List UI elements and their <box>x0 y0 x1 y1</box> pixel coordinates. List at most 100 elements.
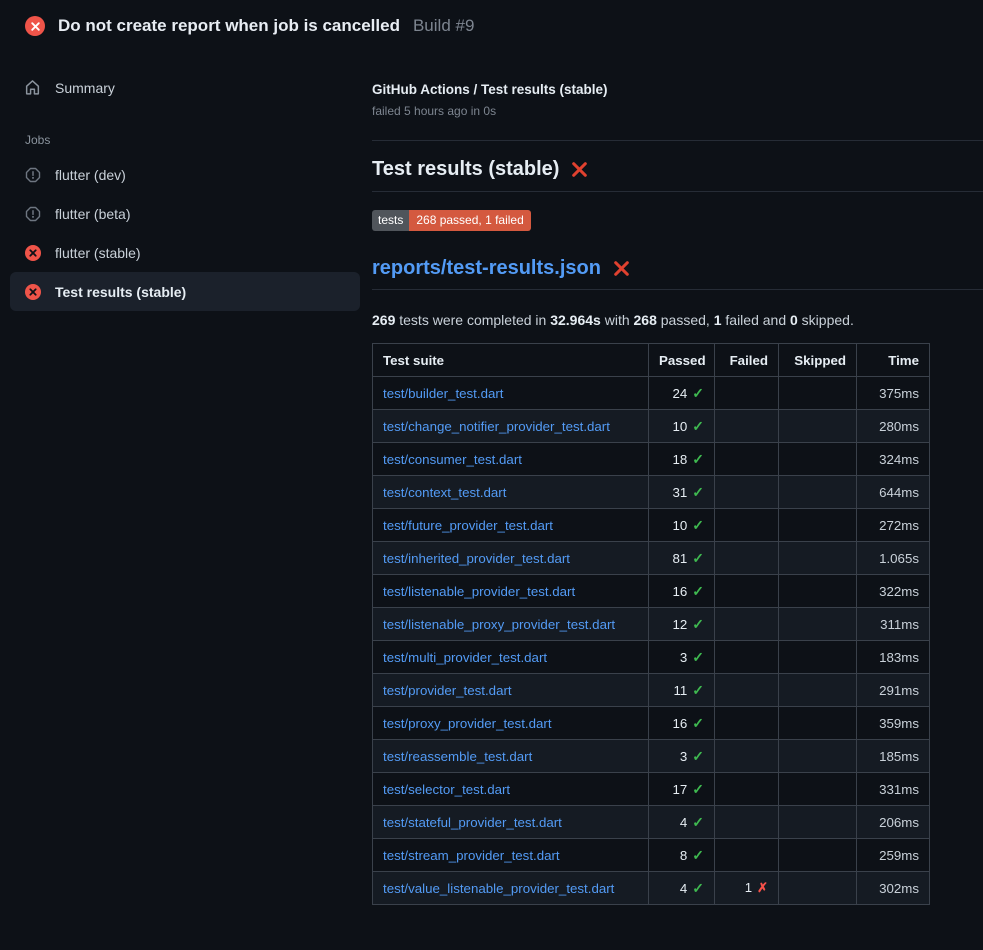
test-suite-cell: test/selector_test.dart <box>373 773 649 806</box>
time-cell: 280ms <box>857 410 930 443</box>
test-suite-link[interactable]: test/provider_test.dart <box>383 683 512 698</box>
passed-count: 12 <box>672 617 687 632</box>
passed-count: 16 <box>672 716 687 731</box>
test-suite-link[interactable]: test/context_test.dart <box>383 485 506 500</box>
test-suite-cell: test/change_notifier_provider_test.dart <box>373 410 649 443</box>
check-icon: ✓ <box>692 649 704 665</box>
results-table: Test suite Passed Failed Skipped Time te… <box>372 343 930 905</box>
test-suite-link[interactable]: test/future_provider_test.dart <box>383 518 553 533</box>
table-row: test/consumer_test.dart 18✓ 324ms <box>373 443 930 476</box>
sidebar-item-label: flutter (stable) <box>55 245 141 261</box>
test-suite-cell: test/future_provider_test.dart <box>373 509 649 542</box>
passed-cell: 11✓ <box>649 674 715 707</box>
x-circle-fill-icon <box>25 16 45 36</box>
passed-cell: 8✓ <box>649 839 715 872</box>
main-content: GitHub Actions / Test results (stable) f… <box>372 48 983 905</box>
sidebar-item-label: flutter (dev) <box>55 167 126 183</box>
skipped-cell <box>779 872 857 905</box>
check-icon: ✓ <box>692 550 704 566</box>
test-suite-link[interactable]: test/change_notifier_provider_test.dart <box>383 419 610 434</box>
table-row: test/multi_provider_test.dart3✓183ms <box>373 641 930 674</box>
test-suite-link[interactable]: test/consumer_test.dart <box>383 452 522 467</box>
test-suite-link[interactable]: test/selector_test.dart <box>383 782 510 797</box>
passed-cell: 18✓ <box>649 443 715 476</box>
report-heading: reports/test-results.json <box>372 257 983 290</box>
time-cell: 324ms <box>857 443 930 476</box>
sidebar-item-flutter-dev[interactable]: flutter (dev) <box>10 155 360 194</box>
table-row: test/value_listenable_provider_test.dart… <box>373 872 930 905</box>
sidebar-item-flutter-stable[interactable]: flutter (stable) <box>10 233 360 272</box>
passed-cell: 3✓ <box>649 740 715 773</box>
failed-cell <box>715 707 779 740</box>
test-suite-link[interactable]: test/listenable_proxy_provider_test.dart <box>383 617 615 632</box>
results-table-body: test/builder_test.dart 24✓ 375ms test/chang… <box>373 377 930 905</box>
table-row: test/provider_test.dart11✓291ms <box>373 674 930 707</box>
test-suite-link[interactable]: test/stream_provider_test.dart <box>383 848 560 863</box>
time-cell: 311ms <box>857 608 930 641</box>
section-heading: Test results (stable) <box>372 158 983 192</box>
test-suite-cell: test/provider_test.dart <box>373 674 649 707</box>
summary-fragment: skipped. <box>798 312 854 328</box>
divider <box>372 140 983 141</box>
check-icon: ✓ <box>692 418 704 434</box>
table-row: test/listenable_provider_test.dart 16✓ 322… <box>373 575 930 608</box>
check-icon: ✓ <box>692 484 704 500</box>
skipped-cell <box>779 707 857 740</box>
skipped-cell <box>779 476 857 509</box>
sidebar-item-flutter-beta[interactable]: flutter (beta) <box>10 194 360 233</box>
summary-fragment: tests were completed in <box>395 312 550 328</box>
table-row: test/stateful_provider_test.dart4✓206ms <box>373 806 930 839</box>
table-header-row: Test suite Passed Failed Skipped Time <box>373 344 930 377</box>
passed-count: 18 <box>672 452 687 467</box>
summary-failed: 1 <box>714 312 722 328</box>
passed-cell: 10✓ <box>649 410 715 443</box>
sidebar-item-summary[interactable]: Summary <box>10 68 360 107</box>
skipped-cell <box>779 443 857 476</box>
table-row: test/proxy_provider_test.dart16✓359ms <box>373 707 930 740</box>
failed-cell <box>715 542 779 575</box>
report-file-link[interactable]: reports/test-results.json <box>372 257 601 280</box>
test-suite-link[interactable]: test/builder_test.dart <box>383 386 503 401</box>
skipped-cell <box>779 674 857 707</box>
failed-cell <box>715 509 779 542</box>
table-row: test/inherited_provider_test.dart 81 ✓ 1.06… <box>373 542 930 575</box>
test-suite-cell: test/inherited_provider_test.dart <box>373 542 649 575</box>
passed-count: 8 <box>680 848 687 863</box>
time-cell: 359ms <box>857 707 930 740</box>
passed-count: 81 <box>672 551 687 566</box>
passed-cell: 16✓ <box>649 575 715 608</box>
test-suite-link[interactable]: test/stateful_provider_test.dart <box>383 815 562 830</box>
passed-cell: 17✓ <box>649 773 715 806</box>
test-suite-cell: test/listenable_proxy_provider_test.dart <box>373 608 649 641</box>
passed-count: 31 <box>672 485 687 500</box>
time-cell: 375ms <box>857 377 930 410</box>
test-suite-link[interactable]: test/value_listenable_provider_test.dart <box>383 881 614 896</box>
summary-passed: 268 <box>634 312 657 328</box>
summary-fragment: with <box>601 312 634 328</box>
test-suite-link[interactable]: test/proxy_provider_test.dart <box>383 716 552 731</box>
failed-cell <box>715 476 779 509</box>
test-suite-link[interactable]: test/listenable_provider_test.dart <box>383 584 575 599</box>
test-suite-link[interactable]: test/reassemble_test.dart <box>383 749 532 764</box>
failed-cell <box>715 608 779 641</box>
passed-count: 4 <box>680 881 687 896</box>
section-title: Test results (stable) <box>372 158 559 181</box>
check-icon: ✓ <box>692 682 704 698</box>
test-suite-link[interactable]: test/inherited_provider_test.dart <box>383 551 570 566</box>
passed-cell: 24✓ <box>649 377 715 410</box>
test-suite-link[interactable]: test/multi_provider_test.dart <box>383 650 547 665</box>
table-row: test/context_test.dart31✓644ms <box>373 476 930 509</box>
table-row: test/listenable_proxy_provider_test.dart… <box>373 608 930 641</box>
check-icon: ✓ <box>692 748 704 764</box>
table-row: test/stream_provider_test.dart8✓259ms <box>373 839 930 872</box>
table-row: test/reassemble_test.dart3✓185ms <box>373 740 930 773</box>
x-circle-icon <box>24 283 41 300</box>
time-cell: 1.065s <box>857 542 930 575</box>
failed-cell <box>715 740 779 773</box>
sidebar-item-test-results-stable[interactable]: Test results (stable) <box>10 272 360 311</box>
summary-fragment: failed and <box>722 312 791 328</box>
x-circle-icon <box>24 244 41 261</box>
page-title: Do not create report when job is cancell… <box>58 16 400 36</box>
time-cell: 322ms <box>857 575 930 608</box>
time-cell: 331ms <box>857 773 930 806</box>
